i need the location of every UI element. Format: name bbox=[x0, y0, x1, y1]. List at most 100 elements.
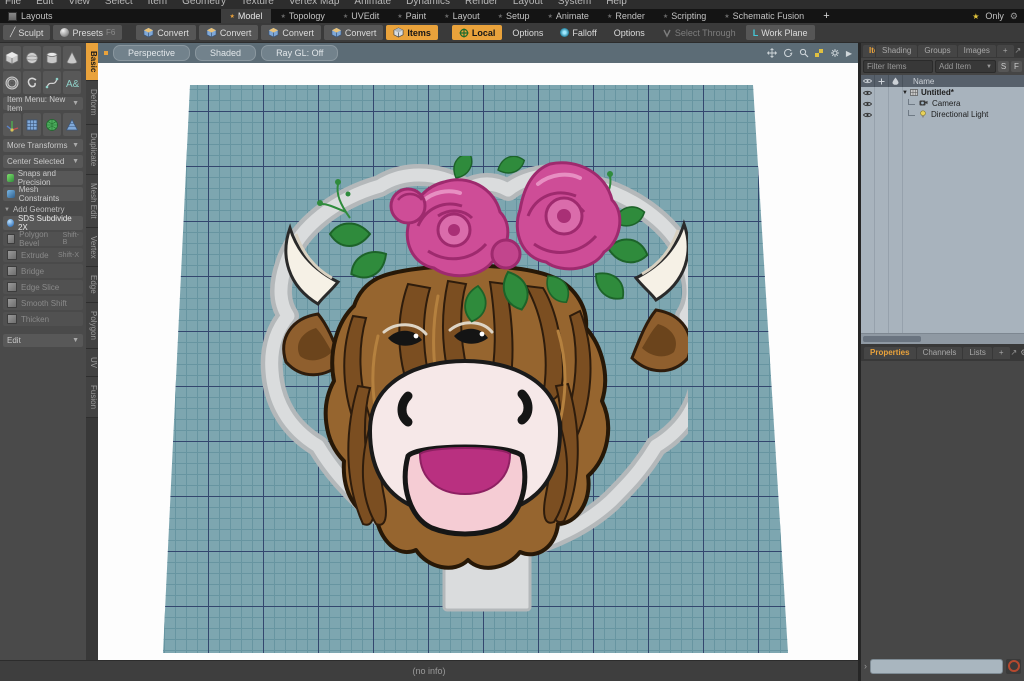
filter-mini-button[interactable]: F bbox=[1011, 61, 1022, 72]
viewport-tab-raygl[interactable]: Ray GL: Off bbox=[261, 45, 338, 61]
torus-primitive-button[interactable] bbox=[3, 71, 21, 94]
tool-tab-deform[interactable]: Deform bbox=[86, 81, 98, 124]
snaps-precision-button[interactable]: Snaps and Precision bbox=[3, 171, 83, 185]
text-tool-button[interactable]: A& bbox=[63, 71, 81, 94]
menu-texture[interactable]: Texture bbox=[241, 0, 274, 7]
tab-groups[interactable]: Groups bbox=[918, 45, 956, 57]
tab-lists[interactable]: Lists bbox=[963, 347, 991, 359]
tab-properties[interactable]: Properties bbox=[864, 347, 916, 359]
orbit-icon[interactable] bbox=[783, 48, 793, 58]
viewport-3d[interactable]: Perspective Shaded Ray GL: Off ▶ bbox=[98, 43, 858, 661]
layout-tab-animate[interactable]: ★Animate bbox=[539, 9, 598, 23]
layouts-button[interactable]: Layouts bbox=[0, 9, 61, 23]
menu-file[interactable]: File bbox=[5, 0, 21, 7]
expand-arrow-icon[interactable]: ▶ bbox=[846, 49, 852, 58]
menu-view[interactable]: View bbox=[68, 0, 90, 7]
convert-button-1[interactable]: Convert bbox=[136, 25, 196, 40]
cookie-cutter-scene[interactable] bbox=[258, 156, 688, 626]
more-transforms-dropdown[interactable]: More Transforms▼ bbox=[3, 139, 83, 152]
menu-select[interactable]: Select bbox=[105, 0, 133, 7]
menu-dynamics[interactable]: Dynamics bbox=[406, 0, 450, 7]
layout-tab-topology[interactable]: ★Topology bbox=[271, 9, 333, 23]
layout-tab-uvedit[interactable]: ★UVEdit bbox=[334, 9, 388, 23]
tool-tab-edge[interactable]: Edge bbox=[86, 267, 98, 303]
view-layout-icon[interactable] bbox=[815, 49, 824, 58]
cube-primitive-button[interactable] bbox=[3, 46, 21, 69]
panel-expand-icon[interactable]: ↗ bbox=[1011, 348, 1018, 357]
solo-mini-button[interactable]: S bbox=[998, 61, 1009, 72]
menu-help[interactable]: Help bbox=[606, 0, 627, 7]
tab-channels[interactable]: Channels bbox=[917, 347, 963, 359]
zoom-icon[interactable] bbox=[799, 48, 809, 58]
grid-cube-button[interactable] bbox=[23, 113, 41, 136]
center-selected-dropdown[interactable]: Center Selected▼ bbox=[3, 155, 83, 168]
add-panel-tab-button[interactable]: + bbox=[997, 45, 1014, 57]
filter-items-input[interactable]: Filter Items bbox=[863, 60, 933, 73]
select-through-button[interactable]: Select Through bbox=[655, 25, 743, 40]
only-toggle[interactable]: Only bbox=[985, 11, 1004, 21]
add-properties-tab-button[interactable]: + bbox=[993, 347, 1010, 359]
layout-tab-setup[interactable]: ★Setup bbox=[489, 9, 539, 23]
pyramid-button[interactable] bbox=[63, 113, 81, 136]
local-axis-button[interactable]: Local bbox=[452, 25, 503, 40]
layout-tab-model[interactable]: ★Model bbox=[221, 9, 272, 23]
command-input[interactable] bbox=[870, 659, 1003, 674]
tab-shading[interactable]: Shading bbox=[876, 45, 917, 57]
layout-tab-paint[interactable]: ★Paint bbox=[388, 9, 435, 23]
eye-icon[interactable] bbox=[861, 101, 874, 107]
item-list[interactable]: ▼ Untitled* Camera Directional Light bbox=[861, 87, 1024, 333]
convert-button-4[interactable]: Convert bbox=[324, 25, 384, 40]
tool-tab-polygon[interactable]: Polygon bbox=[86, 303, 98, 349]
work-plane-button[interactable]: LWork Plane bbox=[746, 25, 815, 40]
gizmo-tool-button[interactable] bbox=[3, 113, 21, 136]
tool-tab-basic[interactable]: Basic bbox=[86, 43, 98, 81]
menu-system[interactable]: System bbox=[558, 0, 591, 7]
mesh-constraints-button[interactable]: Mesh Constraints bbox=[3, 187, 83, 201]
item-row-mesh[interactable]: ▼ Untitled* bbox=[861, 87, 1024, 98]
tool-tab-duplicate[interactable]: Duplicate bbox=[86, 125, 98, 175]
layout-tab-layout[interactable]: ★Layout bbox=[435, 9, 488, 23]
falloff-button[interactable]: Falloff bbox=[553, 25, 603, 40]
tool-bridge[interactable]: Bridge bbox=[3, 264, 83, 278]
command-history-button[interactable] bbox=[1006, 659, 1021, 674]
item-list-scrollbar[interactable] bbox=[861, 333, 1024, 344]
sculpt-button[interactable]: ╱Sculpt bbox=[3, 25, 50, 40]
layout-tab-scripting[interactable]: ★Scripting bbox=[654, 9, 715, 23]
edit-dropdown[interactable]: Edit▼ bbox=[3, 334, 83, 347]
tool-tab-fusion[interactable]: Fusion bbox=[86, 377, 98, 418]
tool-extrude[interactable]: ExtrudeShift-X bbox=[3, 248, 83, 262]
tab-images[interactable]: Images bbox=[958, 45, 996, 57]
tool-tab-vertex[interactable]: Vertex bbox=[86, 228, 98, 268]
convert-button-3[interactable]: Convert bbox=[261, 25, 321, 40]
gear-icon[interactable]: ⚙ bbox=[1010, 11, 1018, 22]
tool-sds-subdivide[interactable]: SDS Subdivide 2X bbox=[3, 216, 83, 230]
eye-icon[interactable] bbox=[861, 90, 874, 96]
menu-render[interactable]: Render bbox=[465, 0, 498, 7]
viewport-gear-icon[interactable] bbox=[830, 48, 840, 58]
menu-geometry[interactable]: Geometry bbox=[182, 0, 226, 7]
tool-thicken[interactable]: Thicken bbox=[3, 312, 83, 326]
scrollbar-thumb[interactable] bbox=[863, 336, 921, 342]
item-row-camera[interactable]: Camera bbox=[861, 98, 1024, 109]
viewport-canvas[interactable] bbox=[98, 63, 858, 661]
items-mode-button[interactable]: Items bbox=[386, 25, 438, 40]
item-row-directional-light[interactable]: Directional Light bbox=[861, 109, 1024, 120]
menu-edit[interactable]: Edit bbox=[36, 0, 53, 7]
add-layout-tab-button[interactable]: + bbox=[813, 9, 839, 23]
menu-item[interactable]: Item bbox=[148, 0, 167, 7]
layout-tab-schematic-fusion[interactable]: ★Schematic Fusion bbox=[715, 9, 813, 23]
viewport-tab-shaded[interactable]: Shaded bbox=[195, 45, 256, 61]
spiral-curve-button[interactable] bbox=[23, 71, 41, 94]
layout-tab-render[interactable]: ★Render bbox=[598, 9, 654, 23]
disclosure-triangle-icon[interactable]: ▼ bbox=[902, 90, 908, 96]
tool-edge-slice[interactable]: Edge Slice bbox=[3, 280, 83, 294]
curve-tool-button[interactable] bbox=[43, 71, 61, 94]
menu-animate[interactable]: Animate bbox=[354, 0, 391, 7]
add-geometry-section[interactable]: ▼Add Geometry bbox=[4, 205, 83, 214]
item-menu-dropdown[interactable]: Item Menu: New Item▼ bbox=[3, 97, 83, 110]
cylinder-primitive-button[interactable] bbox=[43, 46, 61, 69]
cone-primitive-button[interactable] bbox=[63, 46, 81, 69]
tool-smooth-shift[interactable]: Smooth Shift bbox=[3, 296, 83, 310]
sphere-primitive-button[interactable] bbox=[23, 46, 41, 69]
options-button-1[interactable]: Options bbox=[505, 25, 550, 40]
